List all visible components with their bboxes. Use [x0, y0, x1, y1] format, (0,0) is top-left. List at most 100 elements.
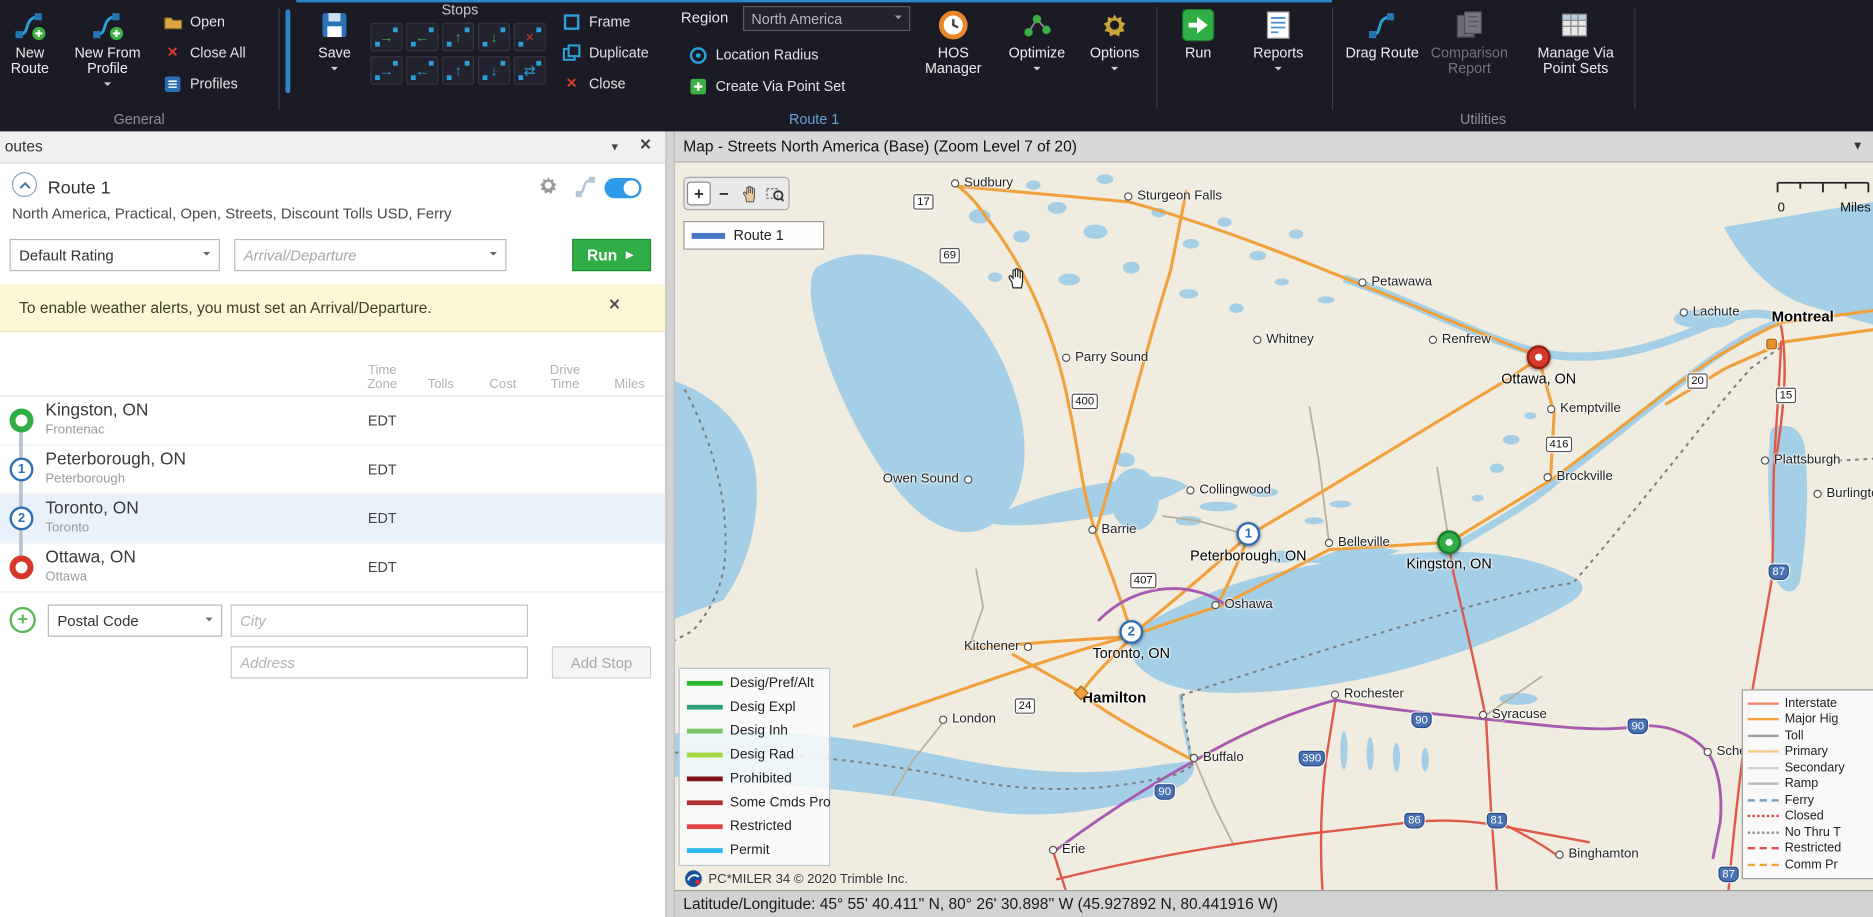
- scale-zero-label: 0: [1778, 201, 1785, 215]
- stops-tool-icon: ⇄: [524, 62, 536, 79]
- stop-type-select[interactable]: Postal Code: [48, 604, 222, 636]
- map-city-label: Plattsburgh: [1761, 453, 1841, 467]
- legend-row: Toll: [1743, 728, 1873, 744]
- options-label: Options: [1090, 45, 1139, 61]
- stop-row[interactable]: Kingston, ON Frontenac EDT: [0, 397, 665, 446]
- optimize-button[interactable]: Optimize: [1003, 2, 1070, 105]
- zoom-window-button[interactable]: [762, 182, 786, 206]
- city-dot-icon: [1479, 710, 1487, 718]
- hos-manager-button[interactable]: HOS Manager: [917, 2, 989, 105]
- stop-marker-icon: 2: [1119, 620, 1143, 644]
- stops-tool-button[interactable]: ↑: [442, 23, 474, 52]
- zoom-in-button[interactable]: +: [687, 182, 711, 206]
- create-via-point-set-button[interactable]: Create Via Point Set: [688, 72, 845, 101]
- stop-row[interactable]: 2 Toronto, ON Toronto EDT: [0, 495, 665, 544]
- arrival-departure-placeholder: Arrival/Departure: [244, 247, 357, 264]
- stop-marker-icon: 2: [10, 507, 34, 531]
- legend-line-sample-icon: [687, 824, 723, 829]
- arrival-departure-select[interactable]: Arrival/Departure: [234, 239, 506, 271]
- map-title: Map - Streets North America (Base) (Zoom…: [683, 137, 1077, 155]
- map-city-label: Collingwood: [1186, 483, 1271, 497]
- close-route-button[interactable]: × Close: [561, 69, 625, 98]
- basemap-svg: [675, 162, 1873, 890]
- legend-row: Desig Inh: [680, 719, 829, 743]
- legend-row: Secondary: [1743, 760, 1873, 776]
- stop-marker-icon: [1527, 345, 1551, 369]
- address-input[interactable]: [231, 646, 528, 678]
- stops-tool-button[interactable]: ↑: [442, 56, 474, 85]
- map-canvas[interactable]: Sudbury Sturgeon Falls Petawawa Whitney …: [675, 162, 1873, 890]
- panel-menu-caret-icon[interactable]: ▼: [609, 141, 620, 153]
- reports-button[interactable]: Reports: [1240, 2, 1316, 105]
- drag-route-button[interactable]: Drag Route: [1344, 2, 1420, 105]
- stop-row[interactable]: Ottawa, ON Ottawa EDT: [0, 544, 665, 593]
- stops-tool-button[interactable]: →: [370, 23, 402, 52]
- new-from-profile-button[interactable]: New From Profile: [62, 2, 153, 105]
- legend-line-sample-icon: [1748, 718, 1779, 720]
- reports-label: Reports: [1253, 45, 1303, 61]
- stops-connector-line: [19, 420, 23, 563]
- city-dot-icon: [1211, 600, 1219, 608]
- region-label: Region: [681, 10, 728, 27]
- route-visibility-toggle[interactable]: [604, 178, 641, 198]
- region-dropdown[interactable]: North America: [743, 6, 910, 31]
- map-menu-caret-icon[interactable]: ▼: [1852, 140, 1864, 153]
- add-stop-button[interactable]: Add Stop: [552, 646, 651, 678]
- new-route-button[interactable]: New Route: [2, 2, 57, 105]
- stops-tool-icon: ×: [526, 29, 534, 46]
- stops-tool-button[interactable]: ×: [514, 23, 546, 52]
- legend-line-sample-icon: [1748, 702, 1779, 704]
- scale-unit-label: Miles: [1840, 201, 1871, 215]
- reports-icon: [1264, 8, 1293, 41]
- run-label: Run: [1185, 45, 1211, 61]
- map-city-label: Syracuse: [1479, 707, 1547, 721]
- stop-marker-label: Ottawa, ON: [1501, 370, 1576, 387]
- stop-row[interactable]: 1 Peterborough, ON Peterborough EDT: [0, 446, 665, 495]
- close-all-button[interactable]: × Close All: [162, 38, 245, 67]
- location-radius-button[interactable]: Location Radius: [688, 41, 818, 70]
- stops-tool-button[interactable]: →: [370, 56, 402, 85]
- stops-tool-button[interactable]: ↓: [478, 23, 510, 52]
- manage-via-point-sets-icon: [1560, 8, 1591, 41]
- stops-tool-icon: ↑: [455, 62, 462, 79]
- duplicate-icon: [561, 44, 581, 62]
- location-radius-label: Location Radius: [716, 47, 819, 64]
- group-separator: [1634, 7, 1635, 110]
- run-button[interactable]: Run: [1168, 2, 1228, 105]
- city-dot-icon: [1680, 308, 1688, 316]
- stops-tool-button[interactable]: ←: [406, 56, 438, 85]
- alert-close-icon[interactable]: ×: [609, 295, 620, 317]
- map-city-label: Parry Sound: [1062, 350, 1148, 364]
- stops-tool-button[interactable]: ←: [406, 23, 438, 52]
- stops-tool-button[interactable]: ⇄: [514, 56, 546, 85]
- options-button[interactable]: Options: [1082, 2, 1147, 105]
- manage-via-point-sets-button[interactable]: Manage Via Point Sets: [1524, 2, 1627, 105]
- trimble-logo-icon: [685, 870, 703, 888]
- route-run-button[interactable]: Run ►: [572, 239, 651, 271]
- route-shield: 87: [1769, 564, 1789, 580]
- save-button[interactable]: Save: [306, 2, 363, 105]
- new-from-profile-icon: [91, 8, 124, 41]
- zoom-out-button[interactable]: −: [712, 182, 736, 206]
- ribbon: New Route New From Profile Open × Close …: [0, 0, 1873, 133]
- stop-timezone: EDT: [358, 461, 406, 478]
- stops-tools: →←↑↓×→←↑↓⇄: [370, 23, 546, 85]
- panel-close-icon[interactable]: ×: [640, 135, 651, 157]
- collapse-route-button[interactable]: [12, 172, 37, 197]
- route-settings-gear-icon[interactable]: [538, 174, 560, 201]
- pan-hand-button[interactable]: [737, 182, 761, 206]
- panel-splitter[interactable]: [665, 131, 675, 917]
- route-shield: 87: [1718, 867, 1738, 883]
- stops-tool-button[interactable]: ↓: [478, 56, 510, 85]
- duplicate-button[interactable]: Duplicate: [561, 38, 648, 67]
- show-route-on-map-icon[interactable]: [573, 174, 597, 204]
- rating-select[interactable]: Default Rating: [10, 239, 220, 271]
- comparison-report-icon: [1455, 8, 1484, 41]
- add-stop-plus-icon[interactable]: +: [10, 607, 36, 633]
- legend-line-sample-icon: [687, 848, 723, 853]
- city-input[interactable]: [231, 604, 528, 636]
- profiles-button[interactable]: Profiles: [162, 69, 237, 98]
- frame-button[interactable]: Frame: [561, 7, 630, 36]
- route-shield: 20: [1687, 373, 1707, 389]
- open-button[interactable]: Open: [162, 7, 225, 36]
